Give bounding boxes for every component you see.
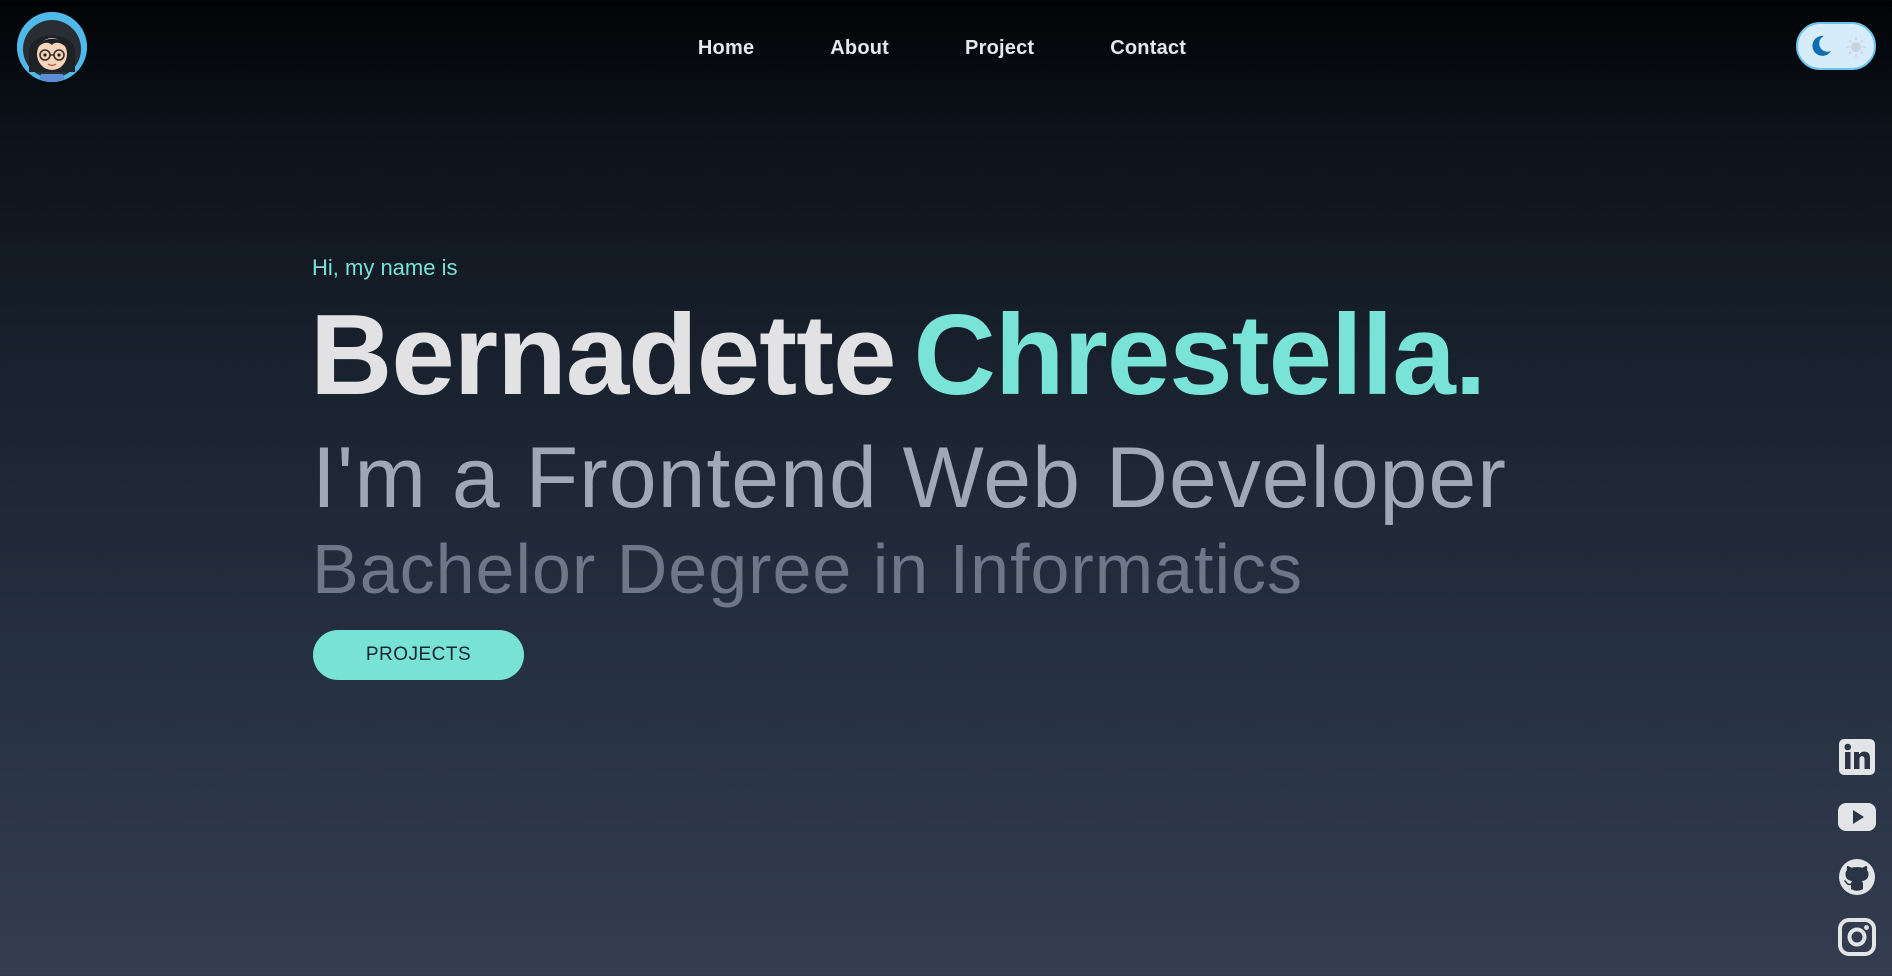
github-icon[interactable] [1838,858,1876,896]
degree-text: Bachelor Degree in Informatics [312,530,1303,608]
greeting-text: Hi, my name is [312,255,458,280]
role-text: I'm a Frontend Web Developer [312,430,1507,526]
social-links [1838,738,1876,976]
nav-home[interactable]: Home [660,37,792,60]
nav-project[interactable]: Project [927,37,1072,60]
moon-icon [1812,35,1831,56]
site-header: Home About Project Contact [0,0,1892,100]
hero-name: Bernadette Chrestella. [310,286,1487,426]
first-name: Bernadette [310,292,896,419]
last-name: Chrestella. [913,292,1487,419]
theme-toggle[interactable] [1796,22,1876,70]
projects-button[interactable]: PROJECTS [313,630,524,680]
youtube-icon[interactable] [1838,798,1876,836]
sun-icon [1846,37,1866,57]
nav-contact[interactable]: Contact [1072,37,1224,60]
instagram-icon[interactable] [1838,918,1876,956]
main-nav: Home About Project Contact [0,0,1892,96]
linkedin-icon[interactable] [1838,738,1876,776]
nav-about[interactable]: About [792,37,927,60]
